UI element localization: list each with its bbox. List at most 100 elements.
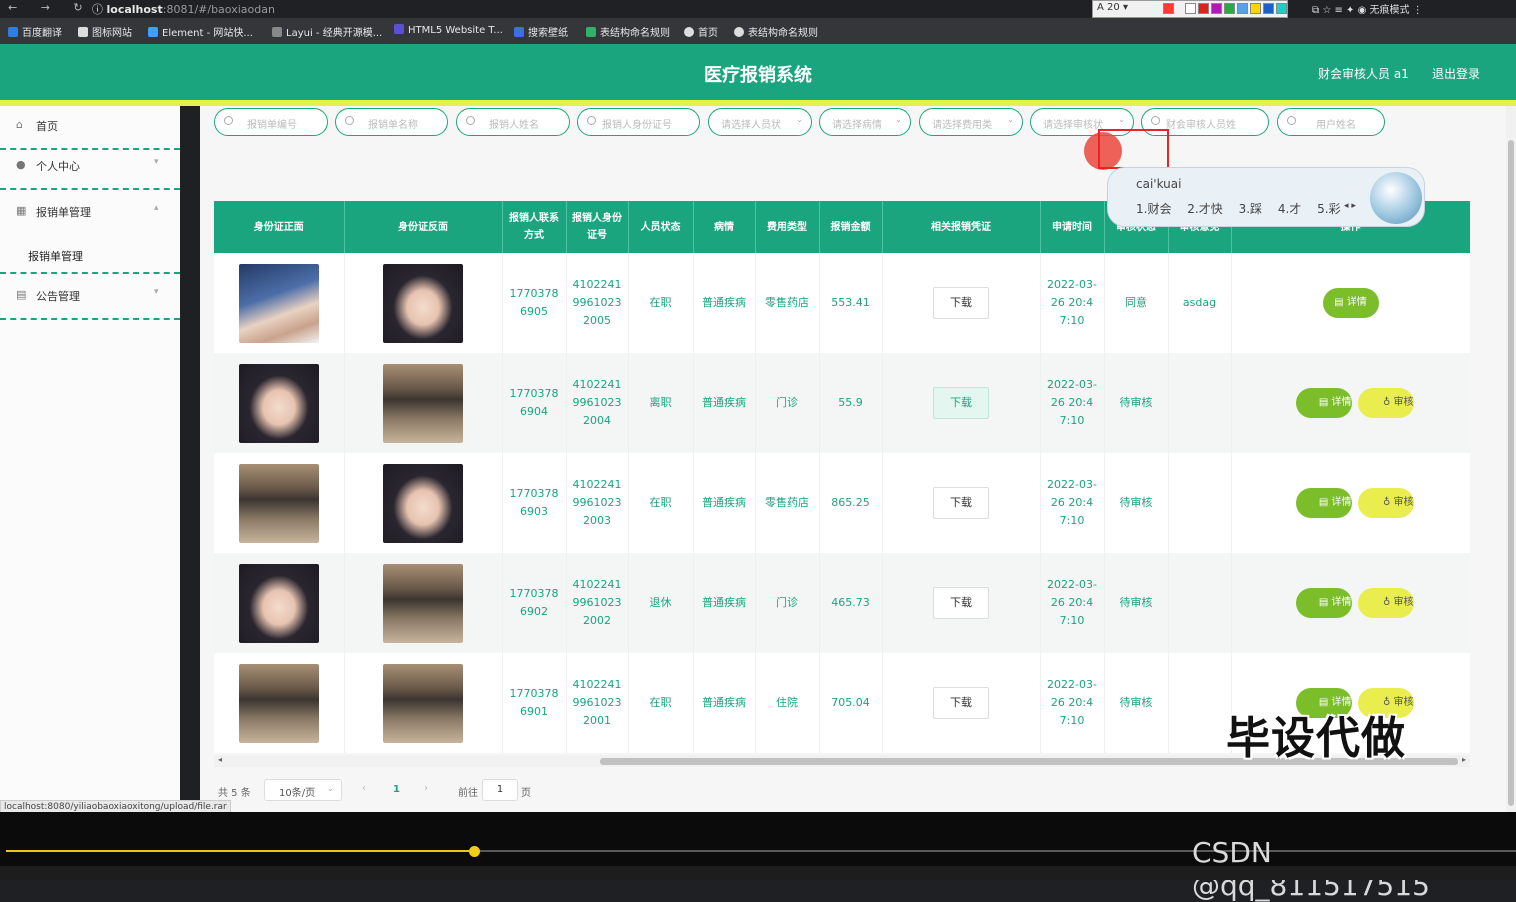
ime-candidate[interactable]: 1.财会 <box>1136 202 1171 216</box>
id-front-photo[interactable] <box>238 463 319 543</box>
download-button[interactable]: 下载 <box>933 587 989 619</box>
scroll-left-icon[interactable]: ◂ <box>218 755 222 764</box>
bookmark[interactable]: 表结构命名规则 <box>734 24 818 39</box>
zoom-field[interactable]: A 20 ▾ <box>1097 2 1128 13</box>
id-back-cell <box>344 253 503 353</box>
ime-candidate[interactable]: 4.才 <box>1278 202 1301 216</box>
id-back-photo[interactable] <box>383 463 463 543</box>
detail-button[interactable]: ▤ 详情 <box>1322 288 1379 318</box>
bookmark[interactable]: 首页 <box>684 24 718 39</box>
download-button[interactable]: 下载 <box>933 387 989 419</box>
home-icon: ⌂ <box>16 118 23 131</box>
progress-knob[interactable] <box>469 846 481 857</box>
id-front-photo[interactable] <box>238 663 319 743</box>
url-host: localhost <box>106 3 163 16</box>
goto-page-input[interactable]: 1 <box>482 779 518 801</box>
filter-claimant-id[interactable]: 报销人身份证号 <box>577 108 700 136</box>
download-button[interactable]: 下载 <box>933 487 989 519</box>
swatch[interactable] <box>1250 3 1261 14</box>
ime-page-arrows-icon[interactable]: ◂ ▸ <box>1344 201 1356 211</box>
bookmark[interactable]: 百度翻译 <box>8 24 62 39</box>
bookmark[interactable]: HTML5 Website T... <box>394 24 503 36</box>
scroll-right-icon[interactable]: ▸ <box>1462 755 1466 764</box>
status-cell: 在职 <box>628 453 694 553</box>
id-number-cell: 410224199610232003 <box>566 453 629 553</box>
download-button[interactable]: 下载 <box>933 687 989 719</box>
page-size-value: 10条/页 <box>279 788 316 799</box>
filter-bill-number[interactable]: 报销单编号 <box>214 108 328 136</box>
sidebar-item-profile[interactable]: ● 个人中心 ▾ <box>0 146 180 190</box>
swatch[interactable] <box>1163 3 1174 14</box>
page-number-current[interactable]: 1 <box>393 784 400 806</box>
download-button[interactable]: 下载 <box>933 287 989 319</box>
filter-placeholder: 报销单编号 <box>247 120 297 131</box>
voucher-cell: 下载 <box>882 453 1041 553</box>
bookmark[interactable]: Layui - 经典开源模... <box>272 24 382 39</box>
browser-nav-icons[interactable]: ← → ↻ <box>8 1 93 14</box>
swatch[interactable] <box>1224 3 1235 14</box>
swatch[interactable] <box>1276 3 1287 14</box>
filter-staff-status-select[interactable]: 请选择人员状 ⌄ <box>708 108 812 136</box>
bookmark[interactable]: 搜索壁纸 <box>514 24 568 39</box>
filter-bill-name[interactable]: 报销单名称 <box>335 108 448 136</box>
illness-cell: 普通疾病 <box>693 653 756 753</box>
ime-candidate[interactable]: 3.踩 <box>1239 202 1262 216</box>
next-page-icon[interactable]: › <box>424 783 428 805</box>
id-back-photo[interactable] <box>383 263 463 343</box>
color-picker-toolbar[interactable]: A 20 ▾ <box>1092 0 1288 18</box>
sidebar-subitem-reimbursement[interactable]: 报销单管理 <box>0 234 180 274</box>
current-user: 财会审核人员 a1 <box>1318 67 1409 81</box>
filter-fee-type-select[interactable]: 请选择费用类 ⌄ <box>919 108 1023 136</box>
id-front-photo[interactable] <box>238 563 319 643</box>
swatch[interactable] <box>1211 3 1222 14</box>
scroll-thumb[interactable] <box>1508 140 1514 806</box>
audit-button[interactable]: ♁ 审核 <box>1357 488 1414 518</box>
sidebar-item-reimbursement[interactable]: ▦ 报销单管理 ▴ <box>0 192 180 236</box>
prev-page-icon[interactable]: ‹ <box>362 783 366 805</box>
detail-button[interactable]: ▤ 详情 <box>1295 488 1352 518</box>
amount-cell: 553.41 <box>819 253 883 353</box>
bookmark[interactable]: Element - 网站快... <box>148 24 253 39</box>
logout-link[interactable]: 退出登录 <box>1432 65 1480 82</box>
bookmark[interactable]: 图标网站 <box>78 24 132 39</box>
audit-button-label: 审核 <box>1393 397 1414 408</box>
filter-user-name[interactable]: 用户姓名 <box>1277 108 1385 136</box>
amount-cell: 865.25 <box>819 453 883 553</box>
browser-right-icons[interactable]: ⧉ ☆ ≡ ✦ ◉ 无痕模式 ⋮ <box>1312 1 1423 16</box>
id-back-photo[interactable] <box>383 363 463 443</box>
phone-value: 17703786904 <box>509 387 559 418</box>
swatch[interactable] <box>1237 3 1248 14</box>
audit-button[interactable]: ♁ 审核 <box>1357 588 1414 618</box>
filter-placeholder: 用户姓名 <box>1316 120 1356 131</box>
ime-candidate[interactable]: 5.彩 <box>1317 202 1340 216</box>
user-icon: ● <box>16 158 26 171</box>
fee-type-cell: 零售药店 <box>755 453 820 553</box>
fee-type-cell: 零售药店 <box>755 253 820 353</box>
id-back-photo[interactable] <box>383 563 463 643</box>
swatch[interactable] <box>1198 3 1209 14</box>
detail-button[interactable]: ▤ 详情 <box>1295 588 1352 618</box>
ime-candidate[interactable]: 2.才快 <box>1187 202 1222 216</box>
phone-value: 17703786903 <box>509 487 559 518</box>
detail-button[interactable]: ▤ 详情 <box>1295 388 1352 418</box>
audit-status-cell: 同意 <box>1104 253 1169 353</box>
voucher-cell: 下载 <box>882 353 1041 453</box>
sidebar-item-notice[interactable]: ▤ 公告管理 ▾ <box>0 276 180 320</box>
swatch[interactable] <box>1185 3 1196 14</box>
filter-claimant-name[interactable]: 报销人姓名 <box>456 108 570 136</box>
id-back-photo[interactable] <box>383 663 463 743</box>
page-size-select[interactable]: 10条/页 ⌄ <box>264 779 342 801</box>
filter-illness-select[interactable]: 请选择病情 ⌄ <box>819 108 911 136</box>
swatch[interactable] <box>1263 3 1274 14</box>
element-icon <box>148 27 158 37</box>
vertical-scrollbar[interactable] <box>1506 106 1516 812</box>
address-bar[interactable]: ⓘ localhost:8081/#/baoxiaodan <box>92 1 275 17</box>
ime-candidate-window[interactable]: cai'kuai 1.财会 2.才快 3.踩 4.才 5.彩 ◂ ▸ <box>1107 167 1425 227</box>
actions-cell: ▤ 详情 ♁ 审核 <box>1231 553 1470 653</box>
id-front-photo[interactable] <box>238 363 319 443</box>
id-front-photo[interactable] <box>238 263 319 343</box>
bookmark[interactable]: 表结构命名规则 <box>586 24 670 39</box>
audit-button[interactable]: ♁ 审核 <box>1357 388 1414 418</box>
sidebar-item-home[interactable]: ⌂ 首页 <box>0 106 180 150</box>
phone-cell: 17703786903 <box>502 453 567 553</box>
